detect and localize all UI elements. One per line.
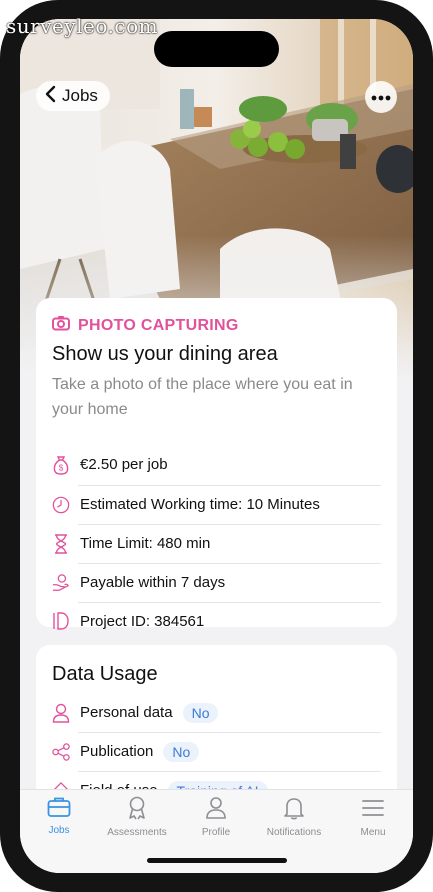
detail-text: Estimated Working time: 10 Minutes	[80, 496, 320, 513]
data-usage-title: Data Usage	[52, 663, 158, 685]
tab-label: Notifications	[266, 827, 322, 838]
tab-label: Assessments	[107, 827, 167, 838]
job-category-label: PHOTO CAPTURING	[78, 316, 239, 334]
detail-row-payable: Payable within 7 days	[52, 563, 381, 602]
usage-row-personal: Personal data No	[52, 693, 381, 732]
usage-label: Publication	[80, 743, 154, 760]
share-icon	[52, 742, 70, 762]
svg-text:$: $	[59, 463, 64, 472]
tab-profile[interactable]: Profile	[177, 796, 255, 838]
money-bag-icon: $	[52, 455, 70, 475]
job-card: PHOTO CAPTURING Show us your dining area…	[36, 298, 397, 630]
menu-icon	[361, 796, 385, 823]
award-icon	[126, 796, 148, 823]
job-description: Take a photo of the place where you eat …	[52, 376, 353, 418]
usage-value-badge: No	[182, 702, 219, 723]
hourglass-icon	[52, 533, 70, 554]
detail-row-time: Estimated Working time: 10 Minutes	[52, 485, 381, 524]
home-indicator	[147, 858, 287, 863]
tab-menu[interactable]: Menu	[334, 796, 412, 838]
payment-hand-icon	[52, 573, 70, 593]
person-icon	[52, 703, 70, 723]
tab-assessments[interactable]: Assessments	[98, 796, 176, 838]
tab-label: Jobs	[48, 825, 70, 836]
app-screen: Jobs PHOTO CAPTURING Show us your dining…	[20, 19, 413, 873]
detail-row-project: Project ID: 384561	[52, 602, 381, 640]
bell-icon	[283, 796, 305, 823]
ellipsis-icon	[371, 88, 391, 106]
detail-text: Time Limit: 480 min	[80, 535, 211, 552]
briefcase-icon	[47, 796, 71, 821]
detail-text: Project ID: 384561	[80, 612, 205, 630]
chevron-left-icon	[44, 85, 56, 108]
usage-row-publication: Publication No	[52, 732, 381, 771]
back-label: Jobs	[62, 86, 98, 105]
id-icon	[52, 611, 70, 631]
job-category: PHOTO CAPTURING	[52, 315, 239, 336]
job-title: Show us your dining area	[52, 343, 278, 365]
camera-icon	[52, 315, 70, 336]
tab-notifications[interactable]: Notifications	[255, 796, 333, 838]
profile-icon	[205, 796, 227, 823]
dynamic-island	[154, 31, 279, 67]
usage-value-badge: No	[163, 741, 200, 762]
detail-text: Payable within 7 days	[80, 574, 226, 591]
clock-icon	[52, 495, 70, 515]
tab-label: Menu	[360, 827, 386, 838]
more-button[interactable]	[365, 81, 397, 113]
tab-label: Profile	[201, 827, 231, 838]
tab-jobs[interactable]: Jobs	[20, 796, 98, 836]
detail-text: €2.50 per job	[80, 456, 168, 473]
usage-label: Personal data	[80, 704, 173, 721]
watermark-text: surveyleo.com	[6, 14, 159, 38]
phone-frame: Jobs PHOTO CAPTURING Show us your dining…	[0, 0, 433, 892]
detail-row-limit: Time Limit: 480 min	[52, 524, 381, 563]
back-button[interactable]: Jobs	[36, 81, 110, 111]
detail-row-pay: $ €2.50 per job	[52, 445, 381, 484]
